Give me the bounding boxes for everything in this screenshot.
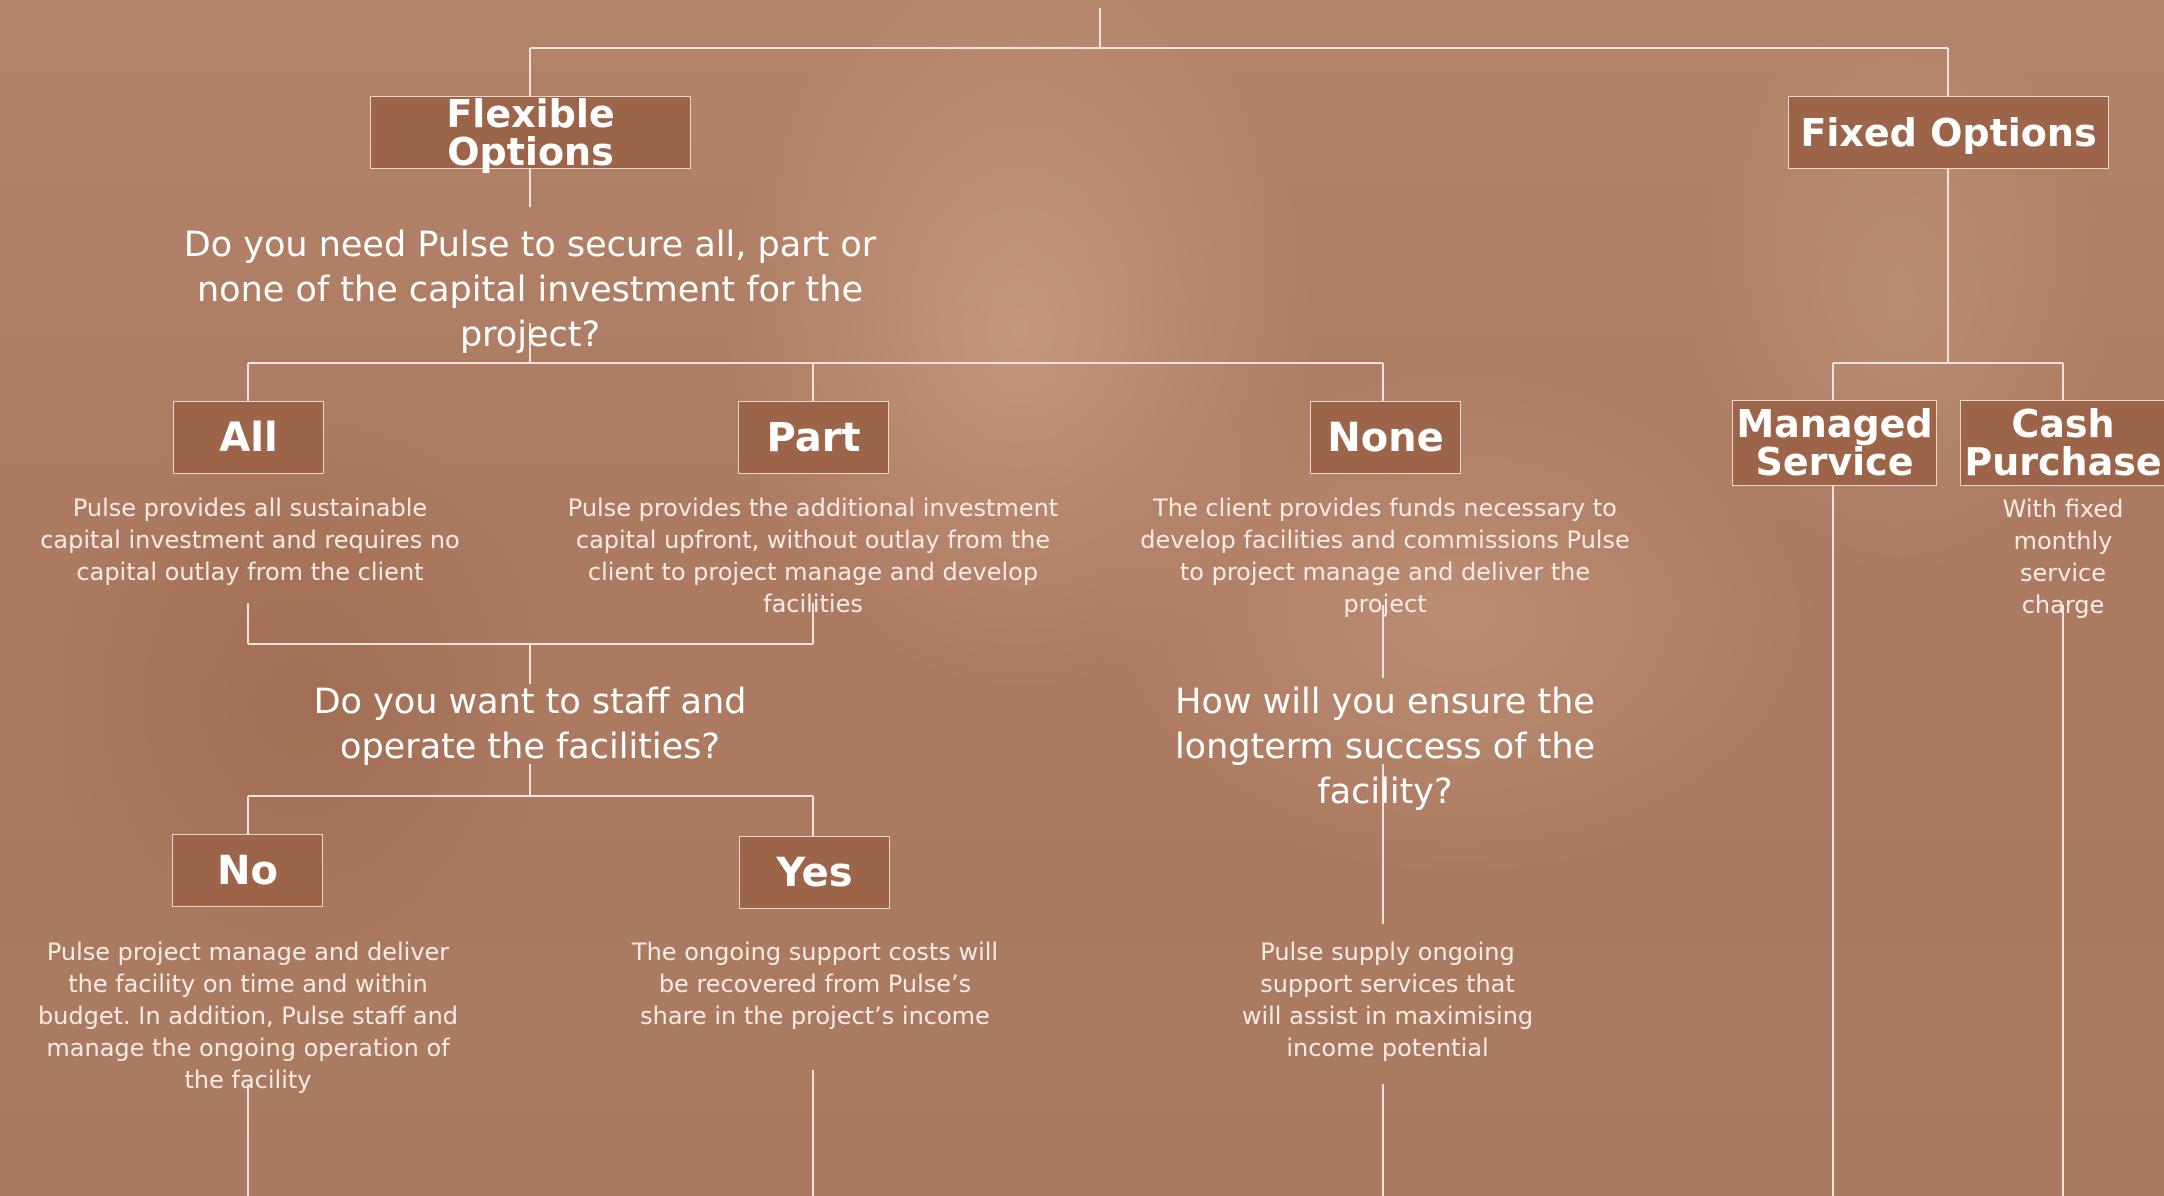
fixed-options-box: Fixed Options [1788, 96, 2109, 169]
all-box: All [173, 401, 324, 474]
no-box: No [172, 834, 323, 907]
yes-label: Yes [776, 849, 853, 896]
capital-question: Do you need Pulse to secure all, part or… [183, 225, 877, 355]
all-description: Pulse provides all sustainable capital i… [40, 494, 460, 586]
cash-purchase-box: Cash Purchase [1960, 400, 2164, 486]
all-label: All [219, 414, 278, 461]
part-box: Part [738, 401, 889, 474]
success-question: How will you ensure the longterm success… [1174, 682, 1596, 812]
no-label: No [217, 847, 278, 894]
cash-purchase-label: Cash Purchase [1964, 402, 2162, 484]
none-label: None [1327, 414, 1444, 461]
staff-question: Do you want to staff and operate the fac… [313, 682, 747, 767]
cash-purchase-description: With fixed monthly service charge [2002, 495, 2124, 619]
none-description: The client provides funds necessary to d… [1140, 494, 1630, 618]
no-description: Pulse project manage and deliver the fac… [37, 938, 459, 1094]
yes-box: Yes [739, 836, 890, 909]
none-box: None [1310, 401, 1461, 474]
managed-service-label: Managed Service [1736, 402, 1933, 484]
fixed-options-label: Fixed Options [1800, 110, 2097, 155]
flexible-options-box: Flexible Options [370, 91, 691, 174]
flexible-options-label: Flexible Options [446, 91, 615, 174]
part-description: Pulse provides the additional investment… [567, 494, 1059, 618]
managed-service-box: Managed Service [1732, 400, 1937, 486]
success-description: Pulse supply ongoing support services th… [1241, 938, 1534, 1062]
part-label: Part [766, 414, 861, 461]
yes-description: The ongoing support costs will be recove… [631, 938, 999, 1030]
